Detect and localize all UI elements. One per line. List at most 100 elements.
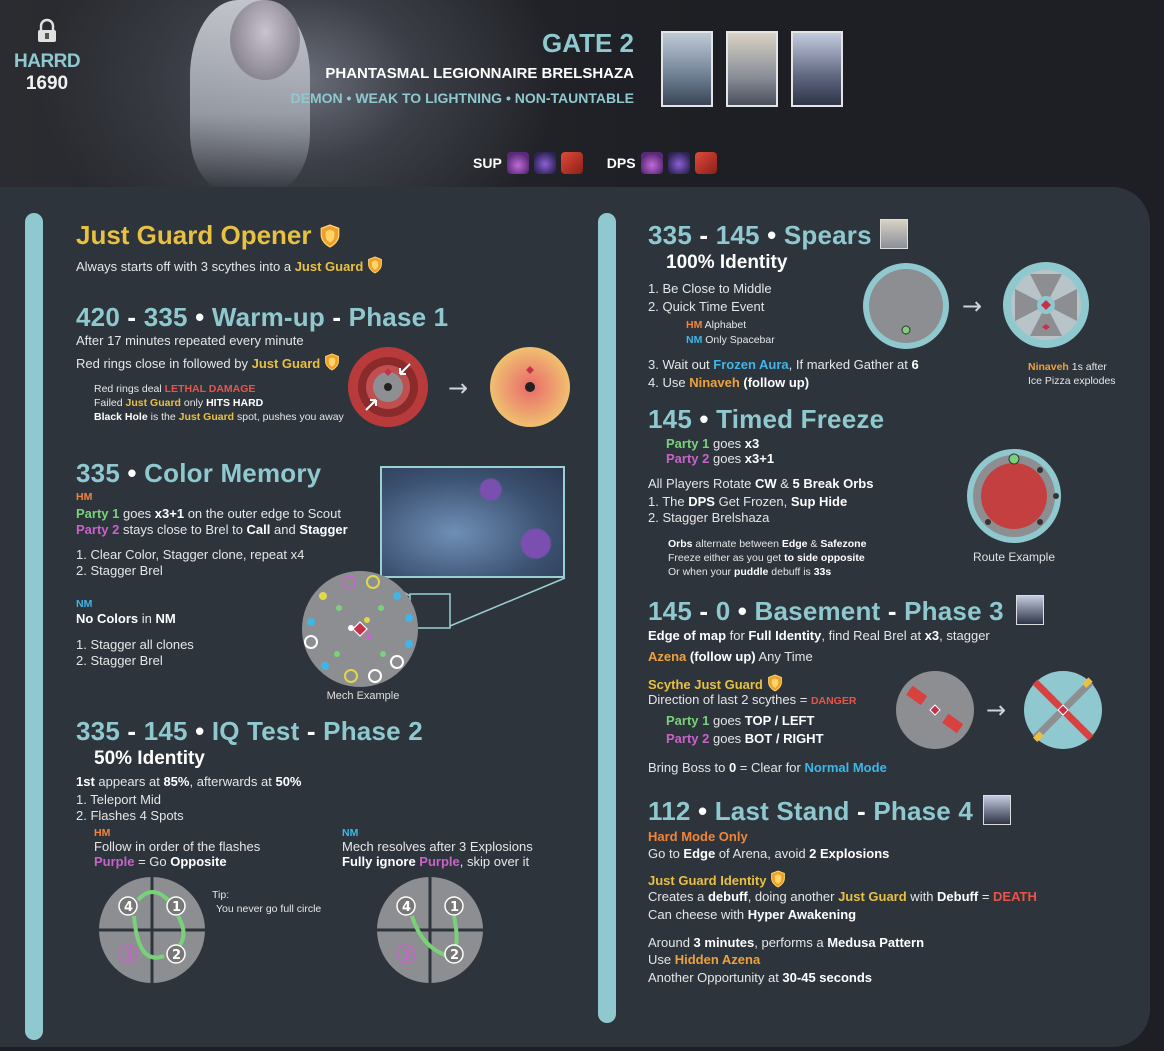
hard-mode-only: Hard Mode Only	[648, 829, 748, 844]
portrait-strip	[661, 31, 843, 107]
iq-step-2: 2. Flashes 4 Spots	[76, 808, 184, 823]
color-step-2: 2. Stagger Brel	[76, 563, 163, 578]
iq-appears: 1st appears at 85%, afterwards at 50%	[76, 774, 302, 789]
boss-traits: DEMON • WEAK TO LIGHTNING • NON-TAUNTABL…	[290, 90, 634, 106]
laststand-line-5: Use Hidden Azena	[648, 952, 761, 967]
laststand-line-1: Go to Edge of Arena, avoid 2 Explosions	[648, 846, 890, 861]
route-caption: Route Example	[972, 550, 1056, 564]
opener-title: Just Guard Opener	[76, 220, 341, 251]
color-memory-diagram	[302, 571, 418, 687]
shield-icon	[319, 224, 341, 248]
opener-line: Always starts off with 3 scythes into a …	[76, 256, 383, 276]
gate-title: GATE 2	[542, 28, 634, 58]
spears-note: Ninaveh 1s after Ice Pizza explodes	[1028, 361, 1116, 387]
warmup-notes: Red rings deal LETHAL DAMAGE Failed Just…	[94, 383, 344, 423]
iq-tip: Tip: You never go full circle	[212, 889, 322, 915]
spears-hm: HM Alphabet	[686, 319, 747, 331]
portrait-icon	[791, 31, 843, 107]
warmup-line-2: Red rings close in followed by Just Guar…	[76, 353, 340, 373]
color-memory-title: 335 • Color Memory	[76, 458, 322, 488]
shield-icon	[770, 870, 786, 888]
svg-text:2: 2	[172, 948, 181, 963]
spears-step-2: 2. Quick Time Event	[648, 299, 765, 314]
basement-line-1: Edge of map for Full Identity, find Real…	[648, 628, 990, 643]
iq-test-title: 335 - 145 • IQ Test - Phase 2	[76, 716, 423, 746]
hm-label: HM	[76, 491, 93, 503]
nm-step-2: 2. Stagger Brel	[76, 653, 163, 668]
jg-identity: Just Guard Identity	[648, 870, 786, 890]
svg-text:3: 3	[402, 948, 411, 963]
iq-hm-line-2: Purple = Go Opposite	[94, 854, 227, 869]
scroll-icon	[694, 152, 717, 174]
svg-text:2: 2	[450, 948, 459, 963]
svg-text:4: 4	[124, 900, 133, 915]
shield-icon	[767, 674, 783, 692]
scythe-direction: Direction of last 2 scythes = DANGER	[648, 692, 857, 707]
freeze-notes: Orbs alternate between Edge & Safezone F…	[668, 538, 867, 578]
boss-face-artwork	[230, 0, 300, 80]
shield-icon	[367, 256, 383, 274]
svg-text:→: →	[962, 292, 982, 320]
svg-text:→: →	[986, 696, 1006, 724]
portrait-icon	[726, 31, 778, 107]
iq-nm-diagram: 4 1 3 2	[377, 877, 483, 983]
spears-identity: 100% Identity	[666, 252, 788, 273]
portrait-icon	[661, 31, 713, 107]
lock-icon	[38, 18, 56, 42]
basement-party1: Party 1 goes TOP / LEFT	[666, 713, 815, 728]
last-stand-title: 112 • Last Stand - Phase 4	[648, 796, 974, 826]
svg-text:→: →	[448, 374, 468, 402]
nm-label: NM	[76, 598, 93, 610]
scythe-diagram: →	[896, 671, 1102, 749]
warmup-line-1: After 17 minutes repeated every minute	[76, 333, 304, 348]
rank-badge: HARRD 1690	[14, 18, 81, 95]
bomb-icon	[667, 152, 690, 174]
portrait-icon	[983, 795, 1011, 825]
laststand-line-3: Can cheese with Hyper Awakening	[648, 907, 857, 922]
bomb-icon	[533, 152, 556, 174]
spears-diagram: →	[863, 262, 1089, 349]
potion-icon	[506, 152, 529, 174]
consumable-loadout: SUP DPS	[473, 152, 717, 174]
svg-text:1: 1	[450, 900, 459, 915]
portrait-icon	[880, 219, 908, 249]
iq-nm-line-2: Fully ignore Purple, skip over it	[342, 854, 530, 869]
svg-text:1: 1	[172, 900, 181, 915]
basement-end: Bring Boss to 0 = Clear for Normal Mode	[648, 760, 887, 775]
left-divider	[25, 213, 43, 1040]
route-diagram	[967, 449, 1061, 543]
iq-hm-diagram: 4 1 3 2	[99, 877, 205, 983]
timed-freeze-title: 145 • Timed Freeze	[648, 404, 885, 434]
dps-label: DPS	[606, 155, 636, 171]
freeze-party2: Party 2 goes x3+1	[666, 451, 775, 466]
basement-party2: Party 2 goes BOT / RIGHT	[666, 731, 824, 746]
spears-step-4: 4. Use Ninaveh (follow up)	[648, 375, 810, 390]
spears-step-3: 3. Wait out Frozen Aura, If marked Gathe…	[648, 357, 919, 372]
spears-step-1: 1. Be Close to Middle	[648, 281, 772, 296]
spears-nm: NM Only Spacebar	[686, 334, 775, 346]
boss-name: PHANTASMAL LEGIONNAIRE BRELSHAZA	[325, 65, 634, 82]
laststand-line-6: Another Opportunity at 30-45 seconds	[648, 970, 873, 985]
right-divider	[598, 213, 616, 1023]
scroll-icon	[560, 152, 583, 174]
warmup-diagram: →	[348, 347, 570, 427]
laststand-line-2: Creates a debuff, doing another Just Gua…	[648, 889, 1037, 904]
gate-info: GATE 2 PHANTASMAL LEGIONNAIRE BRELSHAZA …	[291, 28, 634, 106]
sup-label: SUP	[473, 155, 502, 171]
basement-line-2: Azena (follow up) Any Time	[648, 649, 813, 664]
mech-example-caption: Mech Example	[326, 690, 400, 702]
nm-line: No Colors in NM	[76, 611, 176, 626]
freeze-step-2: 2. Stagger Brelshaza	[648, 510, 770, 525]
rank-name: HARRD	[14, 51, 81, 72]
potion-icon	[640, 152, 663, 174]
laststand-line-4: Around 3 minutes, performs a Medusa Patt…	[648, 935, 925, 950]
iq-identity: 50% Identity	[94, 748, 205, 769]
spears-title: 335 - 145 • Spears	[648, 220, 872, 250]
item-level: 1690	[25, 73, 69, 94]
svg-text:4: 4	[402, 900, 411, 915]
svg-text:3: 3	[124, 948, 133, 963]
freeze-rotate: All Players Rotate CW & 5 Break Orbs	[648, 476, 874, 491]
warmup-title: 420 - 335 • Warm-up - Phase 1	[76, 302, 449, 332]
basement-title: 145 - 0 • Basement - Phase 3	[648, 596, 1004, 626]
shield-icon	[324, 353, 340, 371]
